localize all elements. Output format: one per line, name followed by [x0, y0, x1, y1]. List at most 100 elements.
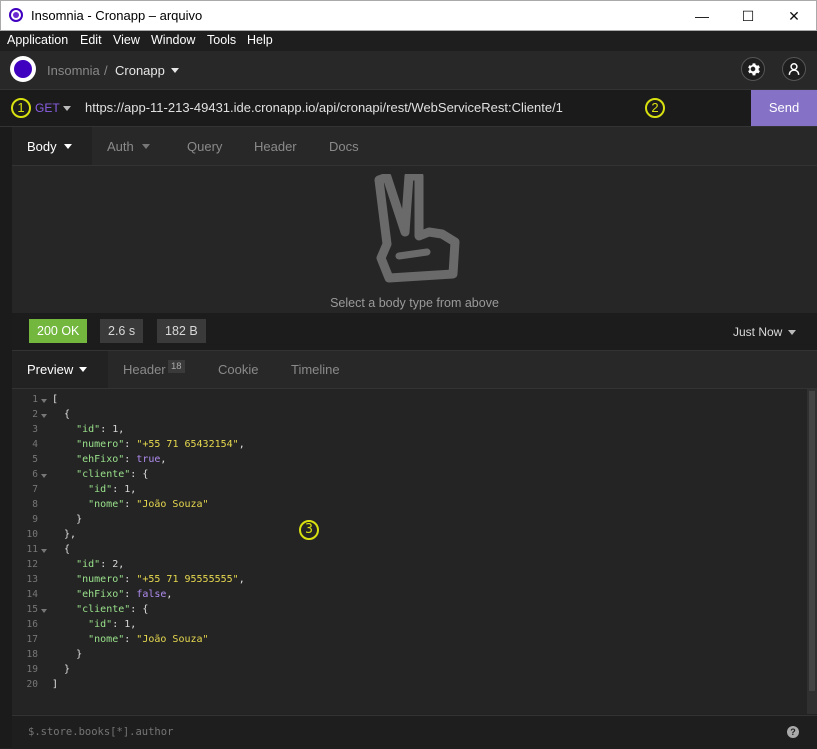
code-line: }, [52, 529, 77, 540]
scrollbar-thumb[interactable] [809, 391, 815, 691]
status-badge: 200 OK [29, 319, 88, 343]
breadcrumb-collection[interactable]: Cronapp [115, 63, 165, 78]
method-chevron-down-icon[interactable] [63, 106, 71, 111]
json-value: 1 [124, 484, 131, 495]
close-button[interactable]: ✕ [771, 1, 817, 31]
user-icon [788, 63, 800, 75]
left-sidebar-strip [0, 127, 12, 748]
fold-chevron-icon[interactable] [41, 474, 47, 478]
tab-preview[interactable]: Preview [27, 362, 73, 377]
minimize-button[interactable]: — [679, 1, 725, 31]
url-bar: 1 GET https://app-11-213-49431.ide.crona… [0, 90, 817, 127]
settings-button[interactable] [741, 57, 765, 81]
window-title: Insomnia - Cronapp – arquivo [31, 8, 203, 23]
history-chevron-down-icon[interactable] [788, 330, 796, 335]
history-dropdown[interactable]: Just Now [733, 325, 782, 339]
code-line: "id": 1, [76, 424, 125, 435]
menu-application[interactable]: Application [7, 33, 68, 47]
line-number: 11 [26, 544, 38, 555]
account-button[interactable] [782, 57, 806, 81]
annotation-marker-3: 3 [299, 520, 319, 540]
line-number: 7 [32, 484, 38, 495]
code-line: "ehFixo": true, [76, 454, 167, 465]
window-title-bar: Insomnia - Cronapp – arquivo — ☐ ✕ [0, 0, 817, 31]
line-number: 3 [32, 424, 38, 435]
line-number: 9 [32, 514, 38, 525]
json-value: 1 [124, 619, 131, 630]
code-line: [ [52, 394, 59, 405]
request-tabs: Body Auth Query Header Docs [12, 127, 817, 166]
app-header: Insomnia / Cronapp [0, 51, 817, 90]
json-value: 2 [112, 559, 119, 570]
line-number: 17 [26, 634, 38, 645]
request-body-area: Select a body type from above [12, 166, 817, 313]
tab-cookie[interactable]: Cookie [218, 362, 258, 377]
code-line: "id": 2, [76, 559, 125, 570]
code-line: } [52, 649, 83, 660]
response-status-bar: 200 OK 2.6 s 182 B Just Now [12, 313, 817, 351]
method-select[interactable]: GET [35, 101, 60, 115]
menu-bar: Application Edit View Window Tools Help [0, 31, 817, 51]
code-line: } [52, 514, 83, 525]
json-value: 1 [112, 424, 119, 435]
json-value: João Souza [142, 634, 203, 645]
json-value: +55 71 65432154 [142, 439, 233, 450]
fold-chevron-icon[interactable] [41, 609, 47, 613]
code-line: { [52, 544, 71, 555]
maximize-button[interactable]: ☐ [725, 1, 771, 31]
tab-response-header[interactable]: Header [123, 362, 166, 377]
peace-hand-icon [374, 174, 460, 283]
line-number: 8 [32, 499, 38, 510]
response-size-badge: 182 B [157, 319, 206, 343]
code-line: "cliente": { [76, 604, 149, 615]
line-number: 20 [26, 679, 38, 690]
code-line: "cliente": { [76, 469, 149, 480]
menu-edit[interactable]: Edit [80, 33, 102, 47]
annotation-marker-2: 2 [645, 98, 665, 118]
fold-chevron-icon[interactable] [41, 549, 47, 553]
tab-timeline[interactable]: Timeline [291, 362, 340, 377]
auth-chevron-down-icon[interactable] [142, 144, 150, 149]
tab-auth[interactable]: Auth [107, 139, 134, 154]
line-number-gutter: 1 2 3 4 5 6 7 8 9 10 11 12 13 14 15 16 1… [12, 389, 47, 714]
empty-body-message: Select a body type from above [330, 296, 499, 310]
body-chevron-down-icon[interactable] [64, 144, 72, 149]
preview-chevron-down-icon[interactable] [79, 367, 87, 372]
collection-chevron-down-icon[interactable] [171, 68, 179, 73]
help-icon[interactable]: ? [787, 726, 799, 738]
code-line: "id": 1, [88, 484, 137, 495]
fold-chevron-icon[interactable] [41, 399, 47, 403]
response-preview-code[interactable]: 1 2 3 4 5 6 7 8 9 10 11 12 13 14 15 16 1… [12, 389, 807, 714]
tab-header[interactable]: Header [254, 139, 297, 154]
code-line: "nome": "João Souza" [88, 634, 209, 645]
code-line: } [52, 664, 71, 675]
json-value: João Souza [142, 499, 203, 510]
code-line: ] [52, 679, 59, 690]
line-number: 4 [32, 439, 38, 450]
line-number: 12 [26, 559, 38, 570]
response-filter-bar: ? [12, 715, 817, 749]
response-filter-input[interactable] [28, 726, 628, 738]
tab-body[interactable]: Body [27, 139, 57, 154]
fold-chevron-icon[interactable] [41, 414, 47, 418]
send-button[interactable]: Send [751, 90, 817, 126]
response-tabs: Preview Header 18 Cookie Timeline [12, 351, 817, 389]
json-value: true [136, 454, 161, 465]
menu-help[interactable]: Help [247, 33, 273, 47]
tab-docs[interactable]: Docs [329, 139, 359, 154]
header-count-badge: 18 [168, 360, 185, 373]
json-value: false [136, 589, 167, 600]
menu-window[interactable]: Window [151, 33, 195, 47]
line-number: 19 [26, 664, 38, 675]
line-number: 16 [26, 619, 38, 630]
menu-view[interactable]: View [113, 33, 140, 47]
url-input[interactable]: https://app-11-213-49431.ide.cronapp.io/… [85, 100, 563, 115]
insomnia-logo[interactable] [10, 56, 36, 82]
breadcrumb-workspace[interactable]: Insomnia [47, 63, 100, 78]
tab-query[interactable]: Query [187, 139, 222, 154]
code-line: "nome": "João Souza" [88, 499, 209, 510]
menu-tools[interactable]: Tools [207, 33, 236, 47]
code-line: "ehFixo": false, [76, 589, 173, 600]
response-scrollbar[interactable] [807, 389, 817, 714]
line-number: 5 [32, 454, 38, 465]
